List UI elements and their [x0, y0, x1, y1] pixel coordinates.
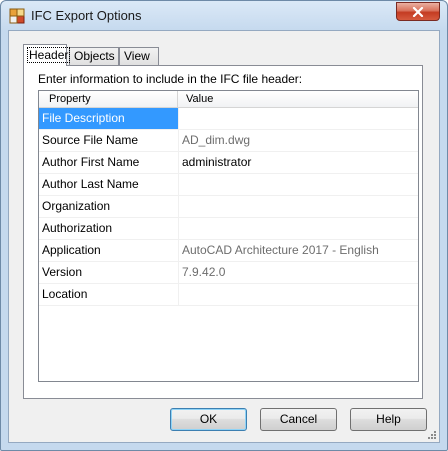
property-name: Version	[39, 262, 179, 283]
title-bar[interactable]: IFC Export Options	[1, 1, 447, 31]
help-button[interactable]: Help	[350, 408, 427, 431]
row-file-description[interactable]: File Description	[39, 108, 418, 130]
property-name: Location	[39, 284, 179, 305]
grid-header: Property Value	[39, 91, 418, 108]
close-icon	[412, 6, 424, 17]
row-authorization[interactable]: Authorization	[39, 218, 418, 240]
ifc-export-options-dialog: IFC Export Options Header Objects View E…	[0, 0, 448, 451]
property-value-readonly: AD_dim.dwg	[182, 133, 251, 147]
row-source-file-name[interactable]: Source File Name AD_dim.dwg	[39, 130, 418, 152]
property-value-input[interactable]	[179, 196, 418, 217]
column-header-value[interactable]: Value	[178, 91, 418, 107]
row-author-last-name[interactable]: Author Last Name	[39, 174, 418, 196]
property-name: Authorization	[39, 218, 179, 239]
property-name: Author First Name	[39, 152, 179, 173]
tab-header-label: Header	[26, 47, 71, 63]
window-title: IFC Export Options	[31, 8, 142, 23]
column-header-property[interactable]: Property	[39, 91, 178, 107]
row-version[interactable]: Version 7.9.42.0	[39, 262, 418, 284]
property-name: Organization	[39, 196, 179, 217]
dialog-client-area: Header Objects View Enter information to…	[8, 30, 440, 443]
property-value-input[interactable]	[179, 174, 418, 195]
property-grid: Property Value File Description Source F…	[38, 90, 419, 382]
tab-view-label: View	[124, 49, 150, 63]
property-name: Source File Name	[39, 130, 179, 151]
row-location[interactable]: Location	[39, 284, 418, 306]
cancel-button[interactable]: Cancel	[260, 408, 337, 431]
header-tab-panel: Enter information to include in the IFC …	[23, 65, 423, 399]
tab-objects-label: Objects	[74, 49, 115, 63]
property-name: Application	[39, 240, 179, 261]
property-name: Author Last Name	[39, 174, 179, 195]
close-button[interactable]	[396, 2, 440, 21]
row-application[interactable]: Application AutoCAD Architecture 2017 - …	[39, 240, 418, 262]
property-value-input[interactable]	[179, 284, 418, 305]
property-value-input[interactable]	[179, 108, 418, 129]
property-name: File Description	[39, 108, 179, 129]
tab-view[interactable]: View	[119, 47, 159, 65]
row-organization[interactable]: Organization	[39, 196, 418, 218]
tab-objects[interactable]: Objects	[69, 47, 119, 65]
row-author-first-name[interactable]: Author First Name administrator	[39, 152, 418, 174]
resize-grip-icon[interactable]	[426, 429, 437, 440]
property-value-input[interactable]	[179, 218, 418, 239]
property-value-input[interactable]: administrator	[179, 152, 418, 173]
property-value-readonly: 7.9.42.0	[182, 265, 226, 279]
instruction-text: Enter information to include in the IFC …	[38, 72, 303, 86]
property-value-readonly: AutoCAD Architecture 2017 - English	[182, 243, 379, 257]
tab-header[interactable]: Header	[23, 44, 71, 66]
ok-button[interactable]: OK	[170, 408, 247, 431]
app-icon	[9, 8, 25, 24]
